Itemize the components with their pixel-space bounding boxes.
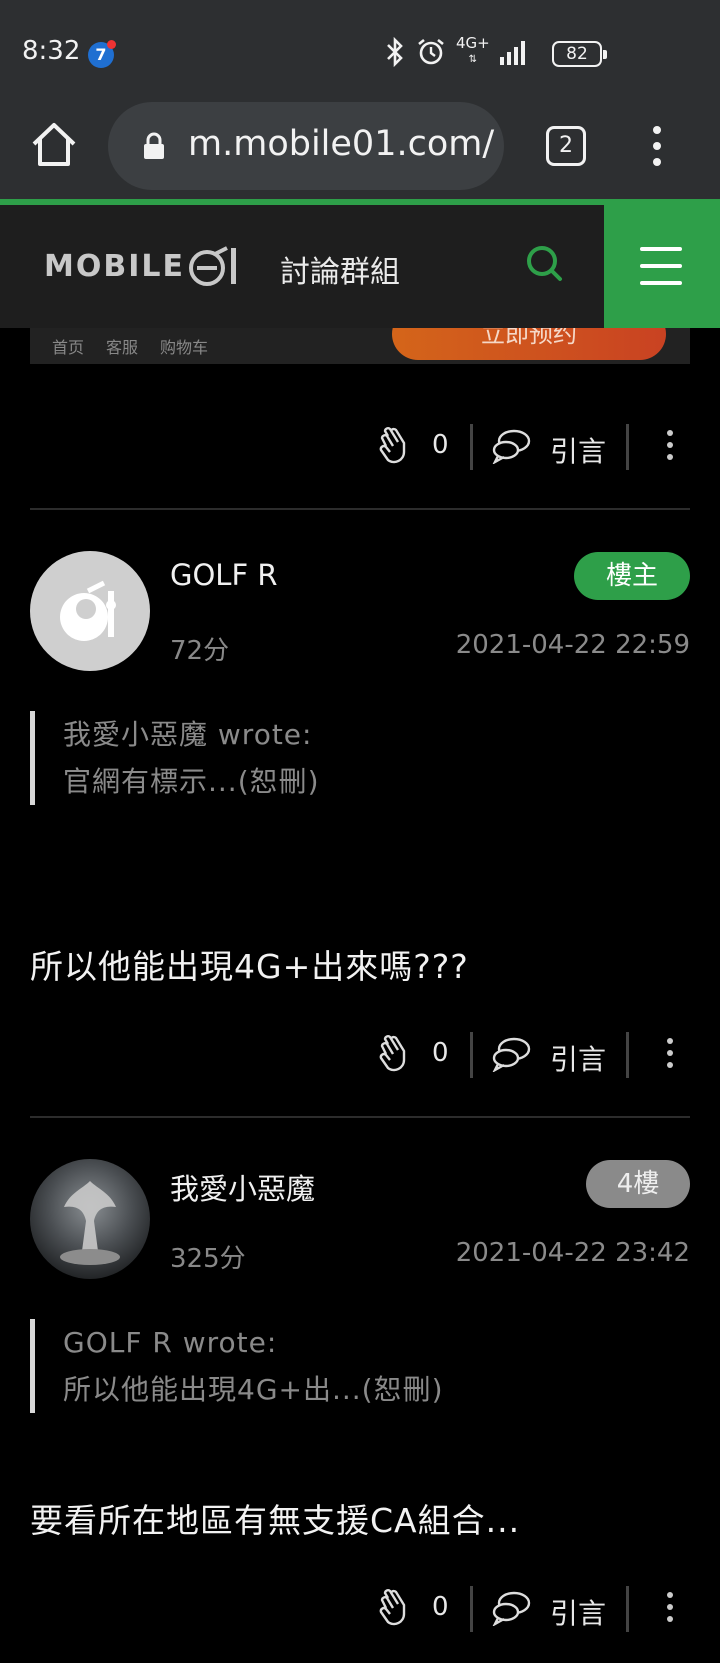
avatar[interactable]: [30, 551, 150, 671]
post-action-row: 0 引言: [0, 1578, 720, 1638]
address-bar[interactable]: m.mobile01.com/: [108, 102, 504, 190]
op-badge: 樓主: [574, 552, 690, 600]
hood-ornament-avatar-icon: [60, 1181, 120, 1265]
alarm-icon: [418, 38, 444, 64]
like-count: 0: [432, 1592, 449, 1622]
home-icon[interactable]: [26, 116, 82, 172]
bluetooth-icon: [387, 36, 403, 67]
user-score: 72分: [170, 636, 230, 666]
quote-author: GOLF R wrote:: [63, 1326, 278, 1359]
status-bar: 8:32 7 4G+ ⇅ 82: [0, 0, 720, 92]
ad-nav-home[interactable]: 首页: [52, 334, 84, 358]
floor-badge: 4樓: [586, 1160, 690, 1208]
browser-toolbar: m.mobile01.com/ 2: [0, 92, 720, 199]
quote-icon[interactable]: [492, 428, 532, 464]
user-score: 325分: [170, 1244, 246, 1274]
post-divider: [30, 508, 690, 510]
username[interactable]: GOLF R: [170, 558, 278, 592]
separator: [626, 1586, 629, 1632]
signal-icon: [499, 40, 525, 65]
post-action-row: 0 引言: [0, 1024, 720, 1084]
post-divider: [30, 1116, 690, 1118]
hamburger-menu-button[interactable]: [604, 205, 720, 328]
more-options-icon[interactable]: [664, 1034, 676, 1074]
clap-icon[interactable]: [376, 1034, 416, 1074]
quote-button[interactable]: 引言: [550, 430, 606, 470]
quote-block: 我愛小惡魔 wrote: 官網有標示...(恕刪): [30, 711, 670, 805]
site-header: MOBILE 討論群組: [0, 205, 720, 328]
clap-icon[interactable]: [376, 426, 416, 466]
site-logo[interactable]: MOBILE: [44, 241, 239, 291]
url-text: m.mobile01.com/: [188, 124, 495, 164]
clap-icon[interactable]: [376, 1588, 416, 1628]
quote-text: 官網有標示...(恕刪): [63, 765, 320, 798]
section-title: 討論群組: [280, 255, 400, 290]
quote-button[interactable]: 引言: [550, 1038, 606, 1078]
app-notification-icon: 7: [88, 40, 116, 68]
post-body: 所以他能出現4G+出來嗎???: [30, 947, 469, 986]
lock-icon: [144, 132, 164, 159]
network-type: 4G+ ⇅: [456, 34, 490, 66]
battery-icon: 82: [552, 41, 607, 67]
username[interactable]: 我愛小惡魔: [170, 1166, 315, 1208]
post-body: 要看所在地區有無支援CA組合...: [30, 1501, 521, 1540]
separator: [470, 1032, 473, 1078]
ad-nav-service[interactable]: 客服: [106, 334, 138, 358]
tab-switcher-button[interactable]: 2: [546, 126, 586, 166]
like-count: 0: [432, 1038, 449, 1068]
separator: [470, 424, 473, 470]
default-avatar-icon: [60, 580, 116, 641]
separator: [626, 1032, 629, 1078]
post-timestamp: 2021-04-22 22:59: [455, 630, 690, 660]
quote-author: 我愛小惡魔 wrote:: [63, 718, 313, 751]
browser-menu-icon[interactable]: [642, 122, 672, 172]
quote-icon[interactable]: [492, 1590, 532, 1626]
status-time: 8:32: [22, 36, 81, 66]
logo-mark-icon: [189, 246, 236, 286]
post-action-row: 0 引言: [0, 416, 720, 476]
search-icon[interactable]: [522, 241, 566, 285]
like-count: 0: [432, 430, 449, 460]
more-options-icon[interactable]: [664, 1588, 676, 1628]
post-timestamp: 2021-04-22 23:42: [455, 1238, 690, 1268]
ad-cta-button[interactable]: 立即预约: [392, 328, 666, 360]
quote-text: 所以他能出現4G+出...(恕刪): [63, 1373, 444, 1406]
quote-icon[interactable]: [492, 1036, 532, 1072]
avatar[interactable]: [30, 1159, 150, 1279]
ad-nav-cart[interactable]: 购物车: [160, 334, 208, 358]
more-options-icon[interactable]: [664, 426, 676, 466]
quote-button[interactable]: 引言: [550, 1592, 606, 1632]
quote-block: GOLF R wrote: 所以他能出現4G+出...(恕刪): [30, 1319, 670, 1413]
separator: [626, 424, 629, 470]
separator: [470, 1586, 473, 1632]
ad-banner[interactable]: 首页 客服 购物车 立即预约: [30, 328, 690, 364]
